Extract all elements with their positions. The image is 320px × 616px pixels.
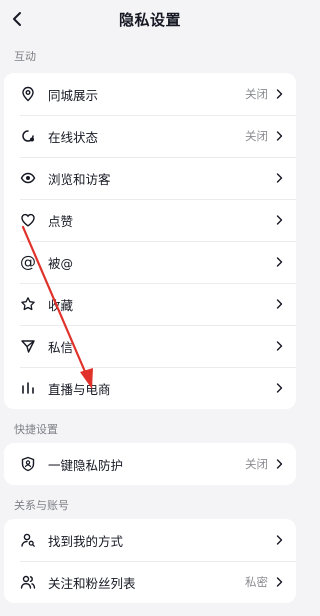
heart-icon <box>20 212 36 228</box>
row-value: 关闭 <box>245 457 268 471</box>
row-online-status[interactable]: 在线状态 关闭 <box>4 115 296 157</box>
chevron-right-icon <box>274 173 284 183</box>
row-label: 点赞 <box>48 213 74 229</box>
section-title-relations-account: 关系与账号 <box>14 499 69 512</box>
chevron-right-icon <box>274 131 284 141</box>
chevron-right-icon <box>274 577 284 587</box>
shield-user-icon <box>20 456 36 472</box>
row-label: 收藏 <box>48 297 74 313</box>
row-label: 同城展示 <box>48 87 99 103</box>
chevron-left-icon <box>13 12 21 26</box>
top-bar: 隐私设置 <box>0 0 300 38</box>
section-title-interaction: 互动 <box>14 50 36 63</box>
row-privacy-protection[interactable]: 一键隐私防护 关闭 <box>4 443 296 485</box>
quick-settings-card: 一键隐私防护 关闭 <box>4 443 296 485</box>
eye-icon <box>20 170 36 186</box>
row-live-commerce[interactable]: 直播与电商 <box>4 367 296 409</box>
row-label: 一键隐私防护 <box>48 457 124 473</box>
at-icon: @ <box>20 252 36 271</box>
row-direct-message[interactable]: 私信 <box>4 325 296 367</box>
row-label: 关注和粉丝列表 <box>48 575 136 591</box>
relations-card: 找到我的方式 关注和粉丝列表 私密 <box>4 519 296 603</box>
row-browse-visitors[interactable]: 浏览和访客 <box>4 157 296 199</box>
row-mentions[interactable]: @ 被@ <box>4 241 296 283</box>
row-label: 在线状态 <box>48 129 99 145</box>
row-favorites[interactable]: 收藏 <box>4 283 296 325</box>
chevron-right-icon <box>274 299 284 309</box>
chevron-right-icon <box>274 535 284 545</box>
row-label: 浏览和访客 <box>48 171 111 187</box>
star-icon <box>20 296 36 312</box>
row-value: 关闭 <box>245 87 268 101</box>
interaction-card: 同城展示 关闭 在线状态 关闭 浏览和访客 点赞 @ 被@ 收藏 私信 直播与电… <box>4 73 296 409</box>
find-user-icon <box>20 532 36 548</box>
chevron-right-icon <box>274 341 284 351</box>
chevron-right-icon <box>274 215 284 225</box>
send-icon <box>20 338 36 354</box>
row-label: 被@ <box>48 255 74 271</box>
row-label: 找到我的方式 <box>48 533 124 549</box>
row-likes[interactable]: 点赞 <box>4 199 296 241</box>
bar-chart-icon <box>20 380 36 396</box>
chevron-right-icon <box>274 459 284 469</box>
row-follow-fans-list[interactable]: 关注和粉丝列表 私密 <box>4 561 296 603</box>
chevron-right-icon <box>274 257 284 267</box>
row-label: 直播与电商 <box>48 381 111 397</box>
row-label: 私信 <box>48 339 74 355</box>
row-find-me[interactable]: 找到我的方式 <box>4 519 296 561</box>
section-title-quick-settings: 快捷设置 <box>14 423 58 436</box>
row-value: 关闭 <box>245 129 268 143</box>
users-icon <box>20 574 36 590</box>
page-title: 隐私设置 <box>118 10 181 29</box>
online-status-icon <box>20 128 36 144</box>
chevron-right-icon <box>274 89 284 99</box>
back-button[interactable] <box>2 4 32 34</box>
row-value: 私密 <box>245 575 268 589</box>
row-local-display[interactable]: 同城展示 关闭 <box>4 73 296 115</box>
location-pin-icon <box>20 86 36 102</box>
chevron-right-icon <box>274 383 284 393</box>
